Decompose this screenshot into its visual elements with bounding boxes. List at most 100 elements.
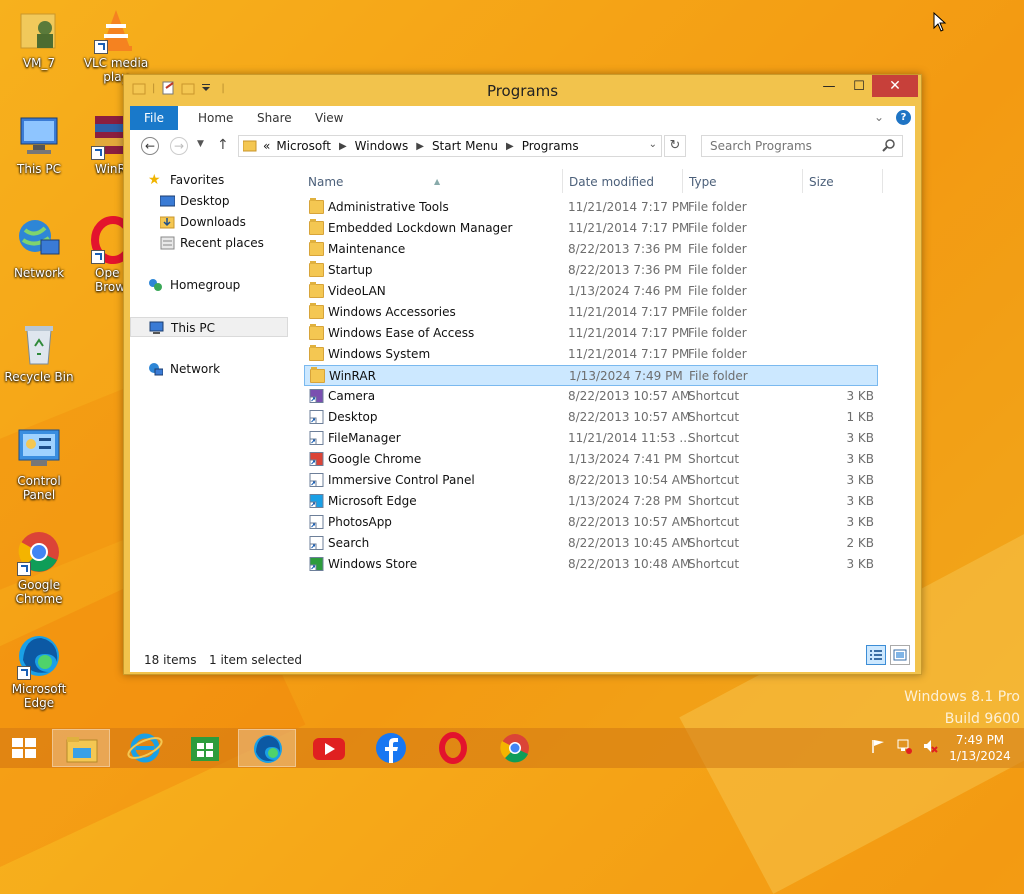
back-button[interactable]: ← — [141, 137, 159, 155]
minimize-button[interactable]: — — [814, 75, 844, 97]
file-size: 3 KB — [846, 473, 874, 487]
desktop-icon-control-panel[interactable]: Control Panel — [0, 424, 78, 502]
taskbar-file-explorer[interactable] — [52, 729, 110, 767]
file-row[interactable]: Windows Accessories 11/21/2014 7:17 PM Fil… — [304, 302, 878, 323]
desktop-icon-chrome[interactable]: Google Chrome — [0, 528, 78, 606]
breadcrumb-programs[interactable]: Programs — [522, 139, 579, 153]
breadcrumb-separator-icon[interactable]: ▶ — [339, 141, 347, 152]
large-icons-view-button[interactable] — [890, 645, 910, 665]
nav-this-pc[interactable]: This PC — [130, 317, 288, 337]
file-row[interactable]: Maintenance 8/22/2013 7:36 PM File folder — [304, 239, 878, 260]
desktop-icon-this-pc[interactable]: This PC — [0, 112, 78, 176]
action-center-flag-icon[interactable] — [870, 738, 886, 754]
search-icon[interactable] — [882, 139, 896, 153]
file-row[interactable]: Windows Ease of Access 11/21/2014 7:17 PM… — [304, 323, 878, 344]
column-divider[interactable] — [682, 169, 683, 193]
file-row[interactable]: Desktop 8/22/2013 10:57 AM Shortcut 1 KB — [304, 407, 878, 428]
breadcrumb-separator-icon[interactable]: ▶ — [416, 141, 424, 152]
taskbar-facebook[interactable] — [362, 729, 420, 767]
address-dropdown-icon[interactable]: ⌄ — [649, 139, 657, 150]
tab-share[interactable]: Share — [253, 106, 296, 130]
youtube-icon — [313, 738, 345, 760]
file-row[interactable]: Windows Store 8/22/2013 10:48 AM Shortcut 3… — [304, 554, 878, 575]
taskbar-opera[interactable] — [424, 729, 482, 767]
file-date-modified: 8/22/2013 10:48 AM — [568, 557, 691, 571]
forward-button[interactable]: → — [170, 137, 188, 155]
folder-icon — [310, 367, 325, 383]
taskbar-youtube[interactable] — [300, 729, 358, 767]
column-header-type[interactable]: Type — [689, 171, 717, 193]
breadcrumb-microsoft[interactable]: Microsoft — [276, 139, 331, 153]
column-divider[interactable] — [562, 169, 563, 193]
file-date-modified: 1/13/2024 7:46 PM — [568, 284, 682, 298]
nav-homegroup[interactable]: Homegroup — [130, 275, 288, 295]
address-bar[interactable]: « Microsoft ▶ Windows ▶ Start Menu ▶ Pro… — [238, 135, 662, 157]
maximize-button[interactable]: ☐ — [844, 75, 874, 97]
file-row[interactable]: FileManager 11/21/2014 11:53 ... Shortcut 3… — [304, 428, 878, 449]
desktop-icon-network[interactable]: Network — [0, 216, 78, 280]
clock[interactable]: 7:49 PM 1/13/2024 — [944, 732, 1016, 764]
file-row[interactable]: PhotosApp 8/22/2013 10:57 AM Shortcut 3 KB — [304, 512, 878, 533]
volume-muted-icon[interactable] — [922, 738, 938, 754]
recent-locations-chevron-icon[interactable]: ▼ — [197, 139, 204, 149]
details-view-button[interactable] — [866, 645, 886, 665]
file-row[interactable]: WinRAR 1/13/2024 7:49 PM File folder — [304, 365, 878, 386]
file-row[interactable]: VideoLAN 1/13/2024 7:46 PM File folder — [304, 281, 878, 302]
file-row[interactable]: Windows System 11/21/2014 7:17 PM File fol… — [304, 344, 878, 365]
file-row[interactable]: Administrative Tools 11/21/2014 7:17 PM Fi… — [304, 197, 878, 218]
desktop-icon-edge[interactable]: Microsoft Edge — [0, 632, 78, 710]
file-name: Microsoft Edge — [328, 494, 417, 508]
tab-home[interactable]: Home — [194, 106, 237, 130]
nav-favorites[interactable]: ★ Favorites — [130, 170, 288, 190]
desktop-icon-vlc[interactable]: VLC media play — [77, 6, 155, 84]
start-button[interactable] — [10, 736, 38, 760]
nav-desktop[interactable]: Desktop — [130, 191, 288, 211]
file-row[interactable]: Startup 8/22/2013 7:36 PM File folder — [304, 260, 878, 281]
store-icon — [309, 557, 324, 571]
taskbar-internet-explorer[interactable] — [116, 729, 174, 767]
desktop-icon-winrar[interactable]: WinR — [77, 112, 123, 176]
desktop-icon-vm7[interactable]: VM_7 — [0, 6, 78, 70]
help-button[interactable]: ? — [896, 110, 911, 125]
downloads-icon — [160, 216, 175, 229]
column-divider[interactable] — [882, 169, 883, 193]
file-date-modified: 8/22/2013 10:54 AM — [568, 473, 691, 487]
file-row[interactable]: Google Chrome 1/13/2024 7:41 PM Shortcut 3 … — [304, 449, 878, 470]
desktop-icon-recycle-bin[interactable]: Recycle Bin — [0, 320, 78, 384]
column-divider[interactable] — [802, 169, 803, 193]
tab-file[interactable]: File — [130, 106, 178, 130]
breadcrumb-separator-icon[interactable]: ▶ — [506, 141, 514, 152]
column-header-size[interactable]: Size — [809, 171, 834, 193]
folder-icon — [309, 198, 324, 214]
file-row[interactable]: Microsoft Edge 1/13/2024 7:28 PM Shortcut 3… — [304, 491, 878, 512]
nav-downloads[interactable]: Downloads — [130, 212, 288, 232]
expand-ribbon-chevron-icon[interactable]: ⌄ — [874, 110, 884, 124]
file-row[interactable]: Embedded Lockdown Manager 11/21/2014 7:17… — [304, 218, 878, 239]
refresh-button[interactable]: ↻ — [664, 135, 686, 157]
file-row[interactable]: Immersive Control Panel 8/22/2013 10:54 A… — [304, 470, 878, 491]
desktop-icon-opera[interactable]: Ope Brow — [77, 216, 123, 294]
taskbar-edge[interactable] — [238, 729, 296, 767]
file-row[interactable]: Search 8/22/2013 10:45 AM Shortcut 2 KB — [304, 533, 878, 554]
column-header-date[interactable]: Date modified — [569, 171, 654, 193]
taskbar-chrome[interactable] — [486, 729, 544, 767]
breadcrumb-windows[interactable]: Windows — [355, 139, 409, 153]
title-bar[interactable]: | | Programs — ☐ ✕ — [124, 75, 921, 107]
tab-view[interactable]: View — [311, 106, 347, 130]
nav-recent-places[interactable]: Recent places — [130, 233, 288, 253]
search-input[interactable] — [708, 138, 877, 154]
taskbar-store[interactable] — [176, 729, 234, 767]
mouse-cursor-icon — [933, 12, 947, 32]
up-button[interactable]: ↑ — [217, 137, 229, 153]
close-button[interactable]: ✕ — [872, 75, 918, 97]
chrome-icon — [15, 528, 63, 576]
file-date-modified: 8/22/2013 10:45 AM — [568, 536, 691, 550]
breadcrumb-overflow[interactable]: « — [263, 139, 270, 153]
column-header-name[interactable]: Name ▲ — [308, 171, 560, 193]
file-row[interactable]: Camera 8/22/2013 10:57 AM Shortcut 3 KB — [304, 386, 878, 407]
nav-network[interactable]: Network — [130, 359, 288, 379]
breadcrumb-start-menu[interactable]: Start Menu — [432, 139, 498, 153]
network-status-icon[interactable] — [896, 738, 912, 754]
search-box[interactable] — [701, 135, 903, 157]
file-name: Startup — [328, 263, 373, 277]
